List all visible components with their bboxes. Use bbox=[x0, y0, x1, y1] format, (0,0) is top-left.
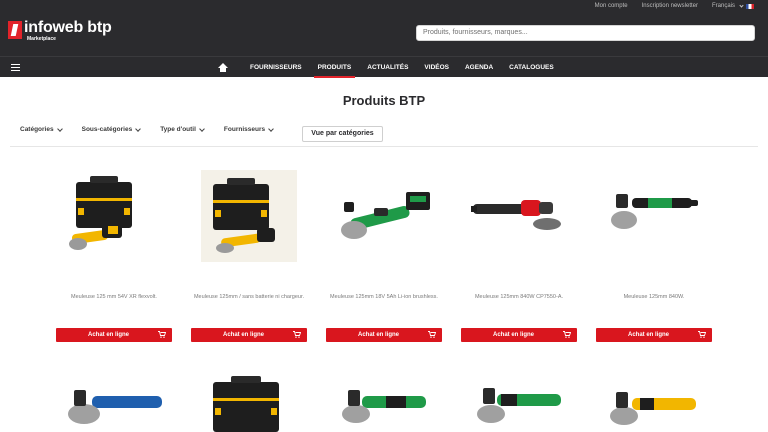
cart-icon bbox=[428, 331, 436, 338]
filter-label: Fournisseurs bbox=[223, 126, 266, 133]
nav-menu: FOURNISSEURS PRODUITS ACTUALITÉS VIDÉOS … bbox=[218, 57, 562, 78]
buy-online-button[interactable]: Achat en ligne bbox=[56, 328, 172, 342]
filter-label: Sous-catégories bbox=[81, 126, 133, 133]
main-nav: FOURNISSEURS PRODUITS ACTUALITÉS VIDÉOS … bbox=[0, 56, 768, 78]
cart-icon bbox=[158, 331, 166, 338]
product-name: Meuleuse 125mm 840W CP7550-A. bbox=[474, 294, 564, 300]
language-selector[interactable]: Français bbox=[711, 2, 754, 9]
product-image-cordless-grinder[interactable] bbox=[326, 168, 442, 266]
product-image-pneumatic-grinder[interactable] bbox=[461, 168, 577, 266]
buy-online-label: Achat en ligne bbox=[223, 331, 265, 338]
search-placeholder: Produits, fournisseurs, marques... bbox=[423, 29, 528, 36]
buy-online-button[interactable]: Achat en ligne bbox=[461, 328, 577, 342]
language-label: Français bbox=[711, 3, 735, 9]
logo-mark-icon bbox=[8, 21, 22, 39]
buy-online-button[interactable]: Achat en ligne bbox=[191, 328, 307, 342]
buy-online-label: Achat en ligne bbox=[493, 331, 535, 338]
filter-bar: Catégories Sous-catégories Type d'outil … bbox=[20, 125, 293, 133]
cart-icon bbox=[563, 331, 571, 338]
hamburger-icon[interactable] bbox=[11, 64, 20, 71]
filter-label: Catégories bbox=[20, 126, 54, 133]
category-view-button[interactable]: Vue par catégories bbox=[302, 126, 383, 142]
site-logo[interactable]: infoweb btp Marketplace bbox=[8, 19, 112, 42]
chevron-down-icon bbox=[135, 125, 142, 132]
filter-label: Type d'outil bbox=[160, 126, 196, 133]
buy-online-label: Achat en ligne bbox=[88, 331, 130, 338]
filter-tool-type[interactable]: Type d'outil bbox=[160, 125, 205, 133]
product-image-grinder-green[interactable] bbox=[326, 374, 442, 432]
page-title: Produits BTP bbox=[342, 93, 426, 108]
nav-item-videos[interactable]: VIDÉOS bbox=[416, 57, 457, 78]
product-image-grinder[interactable] bbox=[596, 168, 712, 266]
buy-online-label: Achat en ligne bbox=[358, 331, 400, 338]
product-name: Meuleuse 125mm / sans batterie ni charge… bbox=[193, 294, 305, 300]
nav-item-catalogues[interactable]: CATALOGUES bbox=[501, 57, 562, 78]
top-links: Mon compte Inscription newsletter França… bbox=[595, 2, 754, 9]
divider bbox=[10, 146, 758, 147]
product-image-grinder-blue[interactable] bbox=[56, 374, 172, 432]
chevron-down-icon bbox=[268, 125, 274, 132]
flag-icon bbox=[746, 3, 754, 9]
product-image-grinder-with-case[interactable] bbox=[191, 168, 307, 266]
chevron-down-icon bbox=[199, 125, 205, 132]
cart-icon bbox=[698, 331, 706, 338]
search-input[interactable]: Produits, fournisseurs, marques... bbox=[416, 25, 755, 41]
buy-online-label: Achat en ligne bbox=[628, 331, 670, 338]
nav-item-produits[interactable]: PRODUITS bbox=[310, 57, 360, 78]
product-image-grinder-with-case[interactable] bbox=[191, 374, 307, 432]
buy-online-button[interactable]: Achat en ligne bbox=[596, 328, 712, 342]
filter-suppliers[interactable]: Fournisseurs bbox=[223, 125, 274, 133]
buy-online-button[interactable]: Achat en ligne bbox=[326, 328, 442, 342]
filter-categories[interactable]: Catégories bbox=[20, 125, 63, 133]
product-name: Meuleuse 125 mm 54V XR flexvolt. bbox=[71, 294, 157, 300]
site-header: Mon compte Inscription newsletter França… bbox=[0, 0, 768, 56]
newsletter-link[interactable]: Inscription newsletter bbox=[642, 3, 698, 9]
product-image-grinder-yellow[interactable] bbox=[596, 374, 712, 432]
product-name: Meuleuse 125mm 840W. bbox=[623, 294, 685, 300]
product-image-grinder-green[interactable] bbox=[461, 374, 577, 432]
logo-text: infoweb btp bbox=[24, 19, 112, 36]
cart-icon bbox=[293, 331, 301, 338]
nav-item-actualites[interactable]: ACTUALITÉS bbox=[359, 57, 416, 78]
nav-item-agenda[interactable]: AGENDA bbox=[457, 57, 501, 78]
chevron-down-icon bbox=[56, 125, 63, 132]
product-name: Meuleuse 125mm 18V 5Ah Li-ion brushless. bbox=[330, 294, 438, 300]
chevron-down-icon bbox=[739, 2, 744, 8]
filter-subcategories[interactable]: Sous-catégories bbox=[81, 125, 142, 133]
nav-item-fournisseurs[interactable]: FOURNISSEURS bbox=[242, 57, 310, 78]
product-image-grinder-with-case[interactable] bbox=[56, 168, 172, 266]
home-icon[interactable] bbox=[218, 62, 228, 73]
logo-subtitle: Marketplace bbox=[27, 36, 56, 42]
account-link[interactable]: Mon compte bbox=[595, 3, 628, 9]
